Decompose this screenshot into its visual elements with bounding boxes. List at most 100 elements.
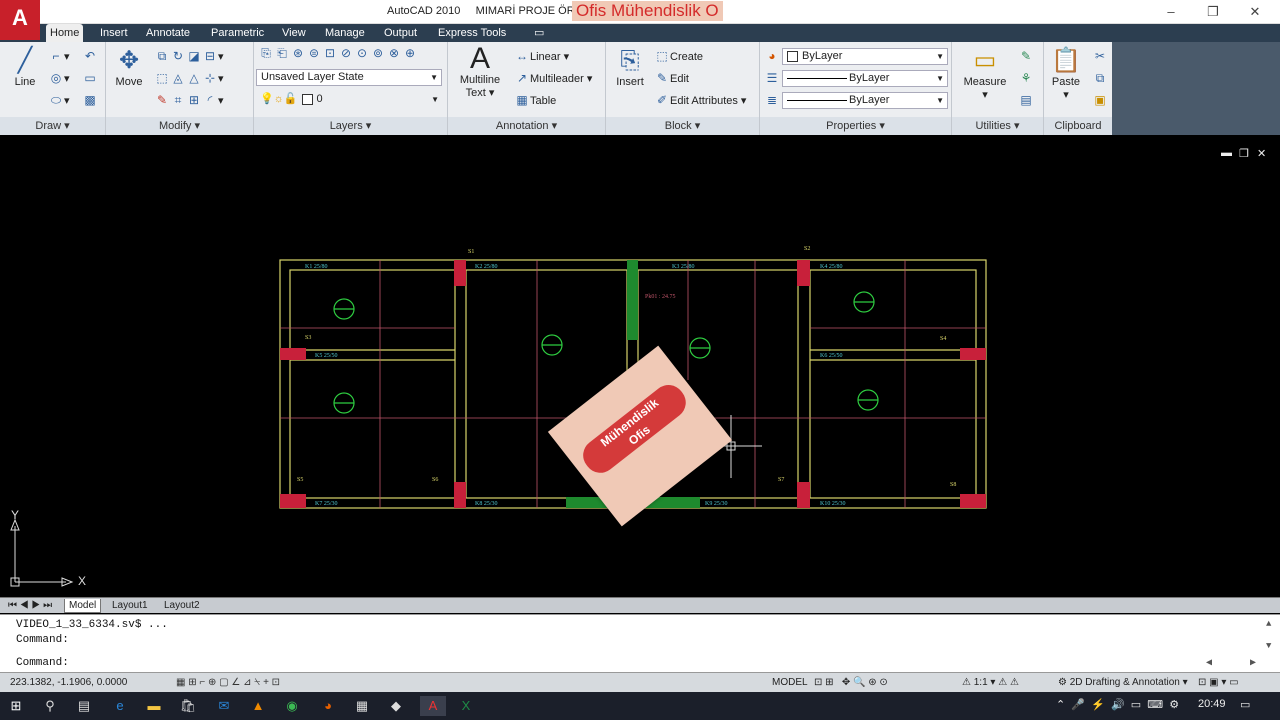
- chrome-icon[interactable]: ◉: [282, 696, 302, 716]
- tab-layout1[interactable]: Layout1: [108, 599, 152, 613]
- application-menu-button[interactable]: A: [0, 0, 40, 40]
- insert-block-button[interactable]: ⎘ Insert: [612, 46, 648, 88]
- paste-button[interactable]: 📋 Paste ▾: [1048, 46, 1084, 101]
- edge-icon[interactable]: e: [110, 696, 130, 716]
- watermark-banner: Ofis Mühendislik O: [572, 1, 723, 21]
- viewport-minimize-icon[interactable]: ▬: [1221, 147, 1232, 159]
- coordinates-display[interactable]: 223.1382, -1.1906, 0.0000: [10, 675, 127, 691]
- layer-state-dropdown[interactable]: Unsaved Layer State ▼: [256, 69, 442, 86]
- title-bar: AutoCAD 2010 MIMARİ PROJE ÖRNEK VİDEO.DW…: [0, 0, 1280, 24]
- create-block-button[interactable]: ⬚ Create: [654, 48, 703, 64]
- quickcalc-icon[interactable]: ✎: [1018, 48, 1034, 64]
- windows-start-icon[interactable]: ⊞: [6, 696, 26, 716]
- move-icon: ✥: [118, 47, 140, 74]
- multileader-button[interactable]: ↗ Multileader ▾: [514, 70, 592, 86]
- command-window: VIDEO_1_33_6334.sv$ ... Command: Command…: [0, 614, 1280, 672]
- calculator-app-icon[interactable]: ▦: [352, 696, 372, 716]
- linear-dimension-button[interactable]: ↔ Linear ▾: [514, 48, 569, 64]
- scroll-left-icon[interactable]: ◀: [1206, 657, 1212, 669]
- scroll-down-icon[interactable]: ▼: [1266, 641, 1271, 651]
- block-panel-title[interactable]: Block ▾: [606, 117, 759, 135]
- draw-panel-title[interactable]: Draw ▾: [0, 117, 105, 135]
- status-tray-icon[interactable]: ⊡ ▣ ▾ ▭: [1198, 675, 1239, 691]
- annotation-panel-title[interactable]: Annotation ▾: [448, 117, 605, 135]
- circle-icon[interactable]: ◎ ▾: [48, 70, 70, 86]
- measure-button[interactable]: ▭ Measure ▾: [960, 46, 1010, 101]
- stretch-icon[interactable]: ⬚ ◬ △ ⊹ ▾: [154, 70, 223, 86]
- firefox-icon[interactable]: ◕: [318, 696, 338, 716]
- close-button[interactable]: ✕: [1240, 2, 1270, 22]
- layout-nav-icon[interactable]: ⏮ ◀ ▶ ⏭: [4, 599, 56, 613]
- drawing-area[interactable]: S1 S2 S3 S4 S5 S6 S7 S8 K1 25/80 K2 25/8…: [0, 136, 1280, 596]
- select-similar-icon[interactable]: ⚘: [1018, 70, 1034, 86]
- cut-icon[interactable]: ✂: [1092, 48, 1108, 64]
- tab-annotate[interactable]: Annotate: [142, 24, 194, 42]
- modify-panel-title[interactable]: Modify ▾: [106, 117, 253, 135]
- color-dropdown[interactable]: ByLayer ▼: [782, 48, 948, 65]
- vlc-icon[interactable]: ▲: [248, 696, 268, 716]
- ellipse-icon[interactable]: ⬭ ▾: [48, 92, 70, 108]
- scroll-up-icon[interactable]: ▲: [1266, 619, 1271, 629]
- command-prompt[interactable]: Command:: [16, 657, 69, 669]
- current-layer-dropdown[interactable]: 💡☼🔓 0 ▼: [256, 92, 442, 109]
- system-tray-icon[interactable]: ⌃ 🎤 ⚡ 🔊 ▭ ⌨ ⚙: [1056, 698, 1179, 711]
- beam-label-k7: K7 25/30: [315, 501, 338, 507]
- store-icon[interactable]: 🛍: [178, 696, 198, 716]
- clipboard-panel-title[interactable]: Clipboard: [1044, 117, 1112, 135]
- clock[interactable]: 20:49: [1198, 698, 1226, 710]
- layers-panel-title[interactable]: Layers ▾: [254, 117, 447, 135]
- line-button[interactable]: ╱ Line: [8, 46, 42, 88]
- calculator-icon[interactable]: ▤: [1018, 92, 1034, 108]
- rectangle-icon[interactable]: ▭: [82, 70, 98, 86]
- autocad-taskbar-icon[interactable]: A: [420, 696, 446, 716]
- tab-output[interactable]: Output: [380, 24, 421, 42]
- viewport-tools-icon[interactable]: ⊡ ⊞ ✥ 🔍 ⊛ ⊙: [814, 675, 888, 691]
- move-button[interactable]: ✥ Move: [112, 46, 146, 88]
- tab-model[interactable]: Model: [64, 599, 102, 613]
- match-properties-icon[interactable]: ▣: [1092, 92, 1108, 108]
- lineweight-dropdown[interactable]: ByLayer ▼: [782, 92, 948, 109]
- viewport-restore-icon[interactable]: ❐: [1239, 147, 1249, 160]
- scroll-right-icon[interactable]: ▶: [1250, 657, 1256, 669]
- tab-parametric[interactable]: Parametric: [207, 24, 268, 42]
- multiline-text-button[interactable]: A Multiline Text ▾: [454, 44, 506, 100]
- edit-attributes-button[interactable]: ✐ Edit Attributes ▾: [654, 92, 746, 108]
- copy-icon[interactable]: ⧉ ↻ ◪ ⊟ ▾: [154, 48, 224, 64]
- linetype-dropdown[interactable]: ByLayer ▼: [782, 70, 948, 87]
- utilities-panel-title[interactable]: Utilities ▾: [952, 117, 1043, 135]
- tab-layout2[interactable]: Layout2: [160, 599, 204, 613]
- beam-label-k10: K10 25/30: [820, 501, 846, 507]
- arc-icon[interactable]: ↶: [82, 48, 98, 64]
- tab-view[interactable]: View: [278, 24, 310, 42]
- drafting-toggles-icon[interactable]: ▦ ⊞ ⌐ ⊕ ▢ ∠ ⊿ ⍀ + ⊡: [176, 675, 280, 691]
- model-space-button[interactable]: MODEL: [772, 675, 808, 691]
- ribbon-empty-area: [1112, 42, 1280, 135]
- windows-taskbar: ⊞ ⚲ ▤ e ▬ 🛍 ✉ ▲ ◉ ◕ ▦ ◆ A X ⌃ 🎤 ⚡ 🔊 ▭ ⌨ …: [0, 692, 1280, 720]
- mail-icon[interactable]: ✉: [214, 696, 234, 716]
- line-icon: ╱: [17, 47, 33, 74]
- tab-home[interactable]: Home: [46, 24, 84, 42]
- tab-insert[interactable]: Insert: [96, 24, 132, 42]
- minimize-button[interactable]: –: [1156, 2, 1186, 22]
- edit-block-button[interactable]: ✎ Edit: [654, 70, 689, 86]
- hatch-icon[interactable]: ▩: [82, 92, 98, 108]
- search-icon[interactable]: ⚲: [40, 696, 60, 716]
- erase-icon[interactable]: ✎ ⌗ ⊞ ◜ ▾: [154, 92, 224, 108]
- ribbon-toggle-icon[interactable]: ▭: [530, 24, 548, 42]
- file-explorer-icon[interactable]: ▬: [144, 696, 164, 716]
- notification-icon[interactable]: ▭: [1240, 698, 1250, 711]
- annotation-scale[interactable]: ⚠ 1:1 ▾ ⚠ ⚠: [962, 675, 1019, 691]
- layer-tools-icon[interactable]: ⎘ ⎗ ⊛ ⊜ ⊡ ⊘ ⊙ ⊚ ⊗ ⊕: [258, 45, 418, 61]
- properties-panel-title[interactable]: Properties ▾: [760, 117, 951, 135]
- viewport-close-icon[interactable]: ✕: [1257, 147, 1266, 160]
- polyline-icon[interactable]: ⌐ ▾: [48, 48, 69, 64]
- task-view-icon[interactable]: ▤: [74, 696, 94, 716]
- copy-clip-icon[interactable]: ⧉: [1092, 70, 1108, 86]
- app-icon[interactable]: ◆: [386, 696, 406, 716]
- maximize-button[interactable]: ❐: [1198, 2, 1228, 22]
- workspace-switch[interactable]: ⚙ 2D Drafting & Annotation ▾: [1058, 675, 1188, 691]
- tab-express-tools[interactable]: Express Tools: [434, 24, 510, 42]
- tab-manage[interactable]: Manage: [321, 24, 369, 42]
- excel-icon[interactable]: X: [456, 696, 476, 716]
- table-button[interactable]: ▦ Table: [514, 92, 556, 108]
